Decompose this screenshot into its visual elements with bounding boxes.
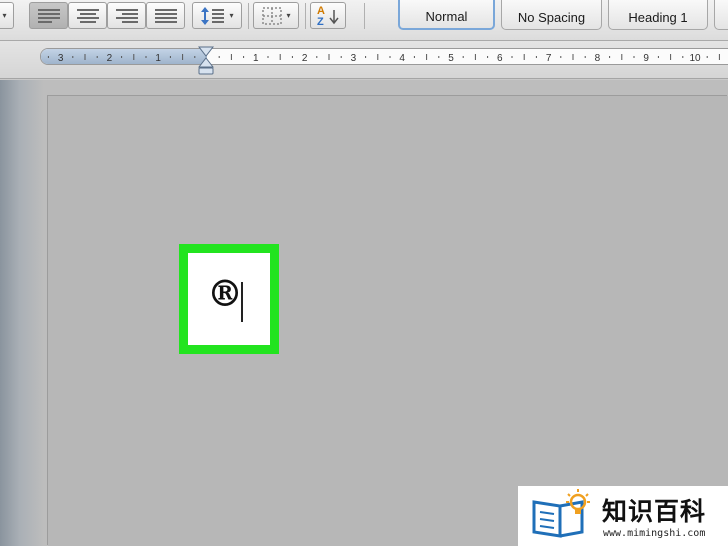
site-watermark: 知识百科 www.mimingshi.com xyxy=(518,486,728,546)
toolbar-separator xyxy=(305,3,306,29)
ruler-label: 6 xyxy=(497,53,503,64)
style-gallery-next[interactable] xyxy=(714,0,728,30)
line-spacing-button[interactable]: ▾ xyxy=(192,2,242,29)
book-lightbulb-logo xyxy=(532,489,590,538)
borders-icon xyxy=(262,6,283,25)
align-center-icon xyxy=(76,8,99,23)
indent-marker-icon[interactable] xyxy=(198,46,214,76)
align-right-icon xyxy=(115,8,138,23)
ruler-label: 9 xyxy=(643,53,649,64)
borders-button[interactable]: ▾ xyxy=(253,2,299,29)
chevron-down-icon: ▾ xyxy=(229,11,234,20)
ruler-label: 2 xyxy=(107,53,113,64)
registered-trademark-symbol: ® xyxy=(207,273,243,315)
sort-icon: A Z xyxy=(317,5,339,28)
justify-button[interactable] xyxy=(146,2,185,29)
document-page[interactable] xyxy=(48,96,728,546)
watermark-title: 知识百科 xyxy=(602,497,707,526)
ruler-label: 1 xyxy=(155,53,161,64)
ruler-label: 3 xyxy=(58,53,64,64)
line-spacing-icon xyxy=(201,6,225,25)
chevron-down-icon: ▾ xyxy=(2,11,7,20)
ruler-label: 4 xyxy=(399,53,405,64)
ruler-label: 10 xyxy=(689,53,701,64)
style-normal-label: Normal xyxy=(425,9,468,24)
ruler-label: 3 xyxy=(351,53,357,64)
toolbar-partial-button[interactable]: ▾ xyxy=(0,2,14,29)
style-heading-1[interactable]: Heading 1 xyxy=(608,0,708,30)
ruler-label: 5 xyxy=(448,53,454,64)
ruler-label: 1 xyxy=(253,53,259,64)
align-right-button[interactable] xyxy=(107,2,146,29)
horizontal-ruler[interactable]: 3 2 1 1 2 3 4 5 6 7 8 9 10 xyxy=(40,48,728,65)
style-heading-1-label: Heading 1 xyxy=(628,10,688,25)
watermark-url: www.mimingshi.com xyxy=(603,528,706,539)
text-cursor xyxy=(241,282,243,322)
ribbon-toolbar: ▾ ▾ ▾ A Z Normal No Spacing Heading 1 xyxy=(0,0,728,41)
ruler-bar: 3 2 1 1 2 3 4 5 6 7 8 9 10 xyxy=(0,41,728,79)
toolbar-separator xyxy=(364,3,365,29)
sort-button[interactable]: A Z xyxy=(310,2,346,29)
ruler-label: 8 xyxy=(595,53,601,64)
toolbar-separator xyxy=(248,3,249,29)
align-left-icon xyxy=(37,8,60,23)
ruler-label: 2 xyxy=(302,53,308,64)
align-left-button[interactable] xyxy=(29,2,68,29)
style-no-spacing-label: No Spacing xyxy=(517,10,586,25)
svg-text:Z: Z xyxy=(317,16,324,28)
ruler-ticks: 3 2 1 1 2 3 4 5 6 7 8 9 10 xyxy=(47,53,720,64)
justify-icon xyxy=(154,8,177,23)
style-no-spacing[interactable]: No Spacing xyxy=(501,0,602,30)
chevron-down-icon: ▾ xyxy=(286,11,291,20)
style-normal[interactable]: Normal xyxy=(398,0,495,30)
align-center-button[interactable] xyxy=(68,2,107,29)
ruler-label: 7 xyxy=(546,53,552,64)
document-window xyxy=(0,80,728,546)
